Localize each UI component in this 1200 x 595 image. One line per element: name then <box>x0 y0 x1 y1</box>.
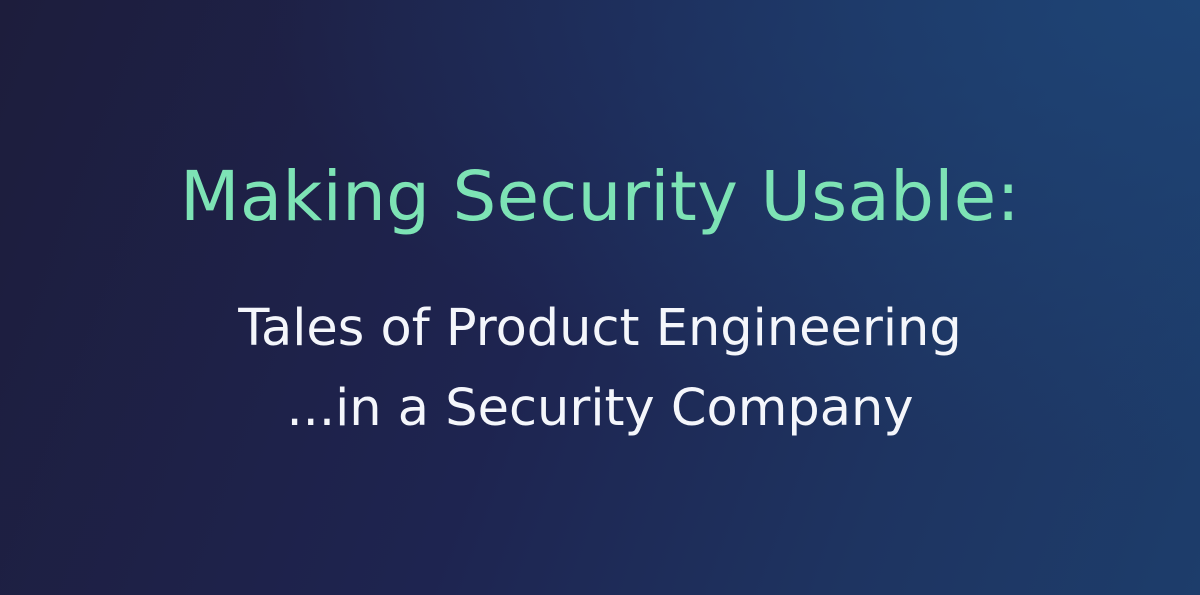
title-slide: Making Security Usable: Tales of Product… <box>0 0 1200 595</box>
slide-subtitle-line-2: ...in a Security Company <box>286 379 914 438</box>
slide-subtitle-line-1: Tales of Product Engineering <box>238 299 962 358</box>
slide-title: Making Security Usable: <box>180 157 1020 237</box>
